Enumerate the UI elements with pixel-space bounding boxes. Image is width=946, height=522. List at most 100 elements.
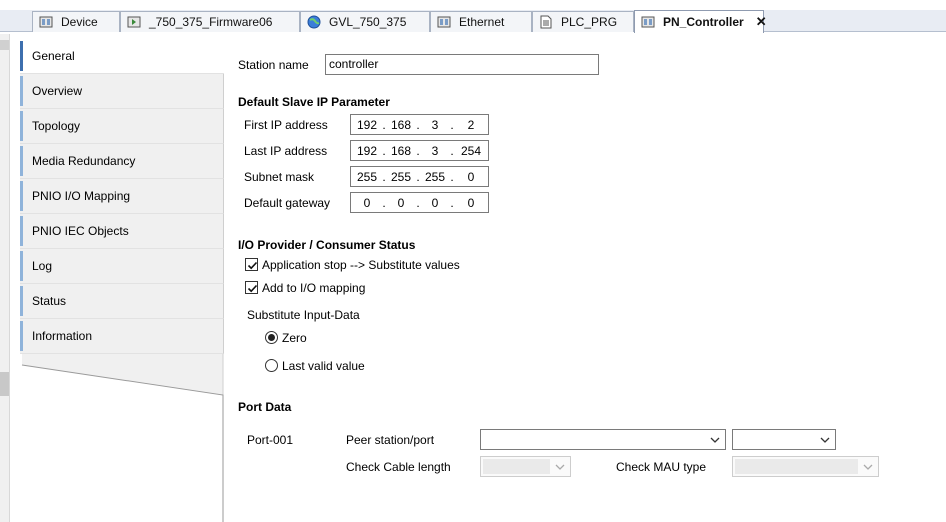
- ip-dot: .: [450, 118, 454, 132]
- check-cable-dropdown[interactable]: [480, 456, 571, 477]
- side-tab-log[interactable]: Log: [20, 249, 224, 284]
- port-data-header: Port Data: [238, 400, 292, 414]
- peer-station-dropdown[interactable]: [480, 429, 726, 450]
- ip-octet: 3: [431, 144, 439, 158]
- peer-station-label: Peer station/port: [346, 433, 435, 447]
- checkmark-icon: [247, 261, 258, 270]
- chevron-down-icon: [555, 464, 565, 470]
- ip-octet: 2: [467, 118, 475, 132]
- dropdown-value: [735, 432, 815, 447]
- side-tab-label: Information: [32, 329, 93, 343]
- tab-pn-controller[interactable]: PN_Controller ✕: [634, 10, 767, 33]
- side-tab-topology[interactable]: Topology: [20, 109, 224, 144]
- ip-octet: 168: [390, 118, 412, 132]
- default-gateway-field[interactable]: 0 . 0 . 0 . 0: [350, 192, 489, 213]
- side-tab-status[interactable]: Status: [20, 284, 224, 319]
- chevron-down-icon: [863, 464, 873, 470]
- side-tab-label: Overview: [32, 84, 83, 98]
- side-tab-label: Topology: [32, 119, 81, 133]
- ip-octet: 192: [356, 144, 378, 158]
- default-gateway-label: Default gateway: [244, 196, 331, 210]
- side-tab-label: PNIO I/O Mapping: [32, 189, 131, 203]
- ip-octet: 168: [390, 144, 412, 158]
- tab-label: _750_375_Firmware06: [149, 15, 273, 29]
- device-icon: [437, 16, 451, 28]
- station-name-label: Station name: [238, 58, 309, 72]
- radio-last-valid-label: Last valid value: [282, 359, 365, 373]
- ip-octet: 255: [424, 170, 446, 184]
- check-mau-label: Check MAU type: [616, 460, 707, 474]
- subnet-mask-field[interactable]: 255 . 255 . 255 . 0: [350, 166, 489, 187]
- side-tab-general[interactable]: General: [20, 39, 224, 74]
- ip-octet: 3: [431, 118, 439, 132]
- peer-port-dropdown[interactable]: [732, 429, 836, 450]
- check-mau-dropdown[interactable]: [732, 456, 879, 477]
- close-icon[interactable]: ✕: [756, 14, 767, 30]
- ip-octet: 192: [356, 118, 378, 132]
- document-icon: [540, 15, 552, 29]
- ip-octet: 0: [467, 196, 475, 210]
- side-tab-label: PNIO IEC Objects: [32, 224, 129, 238]
- tab-plc-prg[interactable]: PLC_PRG: [532, 11, 634, 32]
- chevron-down-icon: [710, 437, 720, 443]
- left-gutter: [0, 34, 10, 522]
- default-slave-ip-header: Default Slave IP Parameter: [238, 95, 390, 109]
- tab-label: Device: [61, 15, 98, 29]
- ip-octet: 0: [467, 170, 475, 184]
- side-tab-label: Status: [32, 294, 67, 308]
- subnet-mask-label: Subnet mask: [244, 170, 315, 184]
- editor-tab-bar: Device _750_375_Firmware06 GVL_750_375 E…: [0, 0, 946, 34]
- tab-label: PN_Controller: [663, 15, 744, 29]
- app-stop-label: Application stop --> Substitute values: [262, 258, 460, 272]
- ip-octet: 0: [397, 196, 405, 210]
- radio-zero-label: Zero: [282, 331, 307, 345]
- ip-dot: .: [450, 170, 454, 184]
- chevron-down-icon: [820, 437, 830, 443]
- side-tab-pnio-iec-objects[interactable]: PNIO IEC Objects: [20, 214, 224, 249]
- radio-last-valid-value[interactable]: [265, 359, 278, 372]
- check-cable-label: Check Cable length: [346, 460, 451, 474]
- side-tab-media-redundancy[interactable]: Media Redundancy: [20, 144, 224, 179]
- side-tab-information[interactable]: Information: [20, 319, 224, 354]
- side-tab-label: Media Redundancy: [32, 154, 136, 168]
- dropdown-value: [735, 459, 858, 474]
- dropdown-value: [483, 459, 550, 474]
- ip-octet: 255: [390, 170, 412, 184]
- gutter-marker: [0, 372, 9, 396]
- tab-firmware[interactable]: _750_375_Firmware06: [120, 11, 300, 32]
- port-name: Port-001: [247, 433, 294, 447]
- station-name-field[interactable]: controller: [325, 54, 599, 75]
- device-icon: [641, 16, 655, 28]
- add-io-mapping-checkbox[interactable]: [245, 281, 258, 294]
- tab-gvl[interactable]: GVL_750_375: [300, 11, 430, 32]
- last-ip-label: Last IP address: [244, 144, 328, 158]
- radio-zero[interactable]: [265, 331, 278, 344]
- globe-icon: [307, 15, 321, 29]
- tab-label: GVL_750_375: [329, 15, 407, 29]
- dropdown-value: [483, 432, 705, 447]
- tab-label: Ethernet: [459, 15, 505, 29]
- tab-device[interactable]: Device: [32, 11, 120, 32]
- side-tab-overview[interactable]: Overview: [20, 74, 224, 109]
- side-tab-label: General: [32, 49, 75, 63]
- io-status-header: I/O Provider / Consumer Status: [238, 238, 416, 252]
- ip-octet: 255: [356, 170, 378, 184]
- app-stop-checkbox[interactable]: [245, 258, 258, 271]
- last-ip-field[interactable]: 192 . 168 . 3 . 254: [350, 140, 489, 161]
- first-ip-label: First IP address: [244, 118, 328, 132]
- ip-octet: 254: [460, 144, 482, 158]
- ip-dot: .: [450, 144, 454, 158]
- first-ip-field[interactable]: 192 . 168 . 3 . 2: [350, 114, 489, 135]
- tab-ethernet[interactable]: Ethernet: [430, 11, 532, 32]
- side-tab-panel: General Overview Topology Media Redundan…: [20, 39, 224, 522]
- ip-dot: .: [450, 196, 454, 210]
- tab-label: PLC_PRG: [561, 15, 618, 29]
- substitute-input-label: Substitute Input-Data: [247, 308, 360, 322]
- gutter-marker: [0, 40, 9, 50]
- side-tab-label: Log: [32, 259, 53, 273]
- firmware-icon: [127, 16, 141, 28]
- add-io-mapping-label: Add to I/O mapping: [262, 281, 366, 295]
- ip-octet: 0: [431, 196, 439, 210]
- side-tab-pnio-io-mapping[interactable]: PNIO I/O Mapping: [20, 179, 224, 214]
- device-icon: [39, 16, 53, 28]
